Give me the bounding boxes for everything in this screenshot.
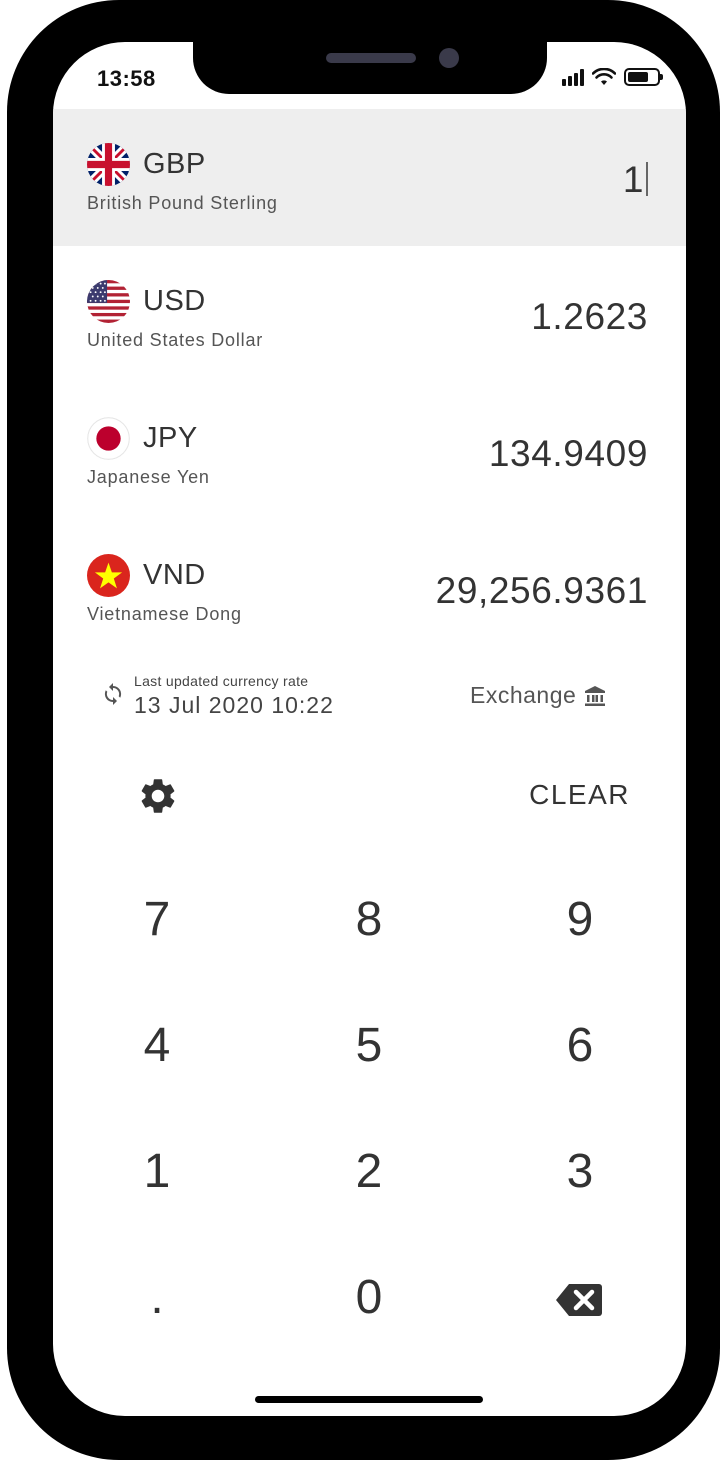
phone-frame: 13:58 GBP British Pound Sterling 1 USD U… xyxy=(7,0,720,1460)
home-indicator xyxy=(255,1396,483,1403)
key-6[interactable]: 6 xyxy=(530,1006,630,1086)
currency-name: United States Dollar xyxy=(87,330,264,350)
key-2[interactable]: 2 xyxy=(319,1132,419,1212)
key-1[interactable]: 1 xyxy=(107,1132,207,1212)
key-3[interactable]: 3 xyxy=(530,1132,630,1212)
currency-code: VND xyxy=(143,559,206,591)
speaker xyxy=(326,53,416,63)
japan-flag-icon xyxy=(87,417,130,460)
currency-code: JPY xyxy=(143,422,198,454)
volume-up-button xyxy=(7,302,19,406)
converted-amount: 134.9409 xyxy=(488,433,648,474)
camera xyxy=(439,48,459,68)
key-9[interactable]: 9 xyxy=(530,880,630,960)
refresh-icon[interactable] xyxy=(101,682,125,706)
status-time: 13:58 xyxy=(97,66,156,91)
notch xyxy=(193,42,547,94)
clear-button[interactable]: CLEAR xyxy=(529,779,630,811)
wifi-icon xyxy=(592,68,616,85)
key-decimal[interactable]: . xyxy=(107,1258,207,1338)
backspace-icon[interactable] xyxy=(555,1282,603,1318)
converted-amount: 29,256.9361 xyxy=(435,570,648,611)
base-amount-input[interactable]: 1 xyxy=(623,159,648,201)
vietnam-flag-icon xyxy=(87,554,130,597)
key-8[interactable]: 8 xyxy=(319,880,419,960)
exchange-button[interactable]: Exchange xyxy=(470,682,606,709)
key-4[interactable]: 4 xyxy=(107,1006,207,1086)
exchange-label: Exchange xyxy=(470,682,577,708)
uk-flag-icon xyxy=(87,143,130,186)
app-screen: 13:58 GBP British Pound Sterling 1 USD U… xyxy=(53,42,686,1416)
last-updated-label: Last updated currency rate xyxy=(134,673,309,689)
currency-name: Vietnamese Dong xyxy=(87,604,242,624)
currency-row-gbp[interactable]: GBP British Pound Sterling 1 xyxy=(53,109,686,246)
power-button xyxy=(708,337,720,503)
us-flag-icon xyxy=(87,280,130,323)
currency-code: USD xyxy=(143,285,206,317)
amount-value: 1 xyxy=(622,159,644,200)
volume-down-button xyxy=(7,434,19,538)
battery-icon xyxy=(624,68,663,86)
currency-row-usd[interactable]: USD United States Dollar 1.2623 xyxy=(53,246,686,383)
currency-row-jpy[interactable]: JPY Japanese Yen 134.9409 xyxy=(53,383,686,520)
status-icons xyxy=(562,68,663,86)
key-0[interactable]: 0 xyxy=(319,1258,419,1338)
settings-icon[interactable] xyxy=(137,775,179,817)
cellular-signal-icon xyxy=(562,68,584,86)
text-cursor xyxy=(646,162,648,196)
mute-switch xyxy=(7,198,19,250)
bank-icon xyxy=(585,685,606,706)
key-5[interactable]: 5 xyxy=(319,1006,419,1086)
last-updated-date: 13 Jul 2020 10:22 xyxy=(134,692,334,718)
currency-name: Japanese Yen xyxy=(87,467,210,487)
converted-amount: 1.2623 xyxy=(531,296,648,337)
currency-name: British Pound Sterling xyxy=(87,193,278,213)
currency-row-vnd[interactable]: VND Vietnamese Dong 29,256.9361 xyxy=(53,520,686,657)
currency-code: GBP xyxy=(143,148,206,180)
key-7[interactable]: 7 xyxy=(107,880,207,960)
